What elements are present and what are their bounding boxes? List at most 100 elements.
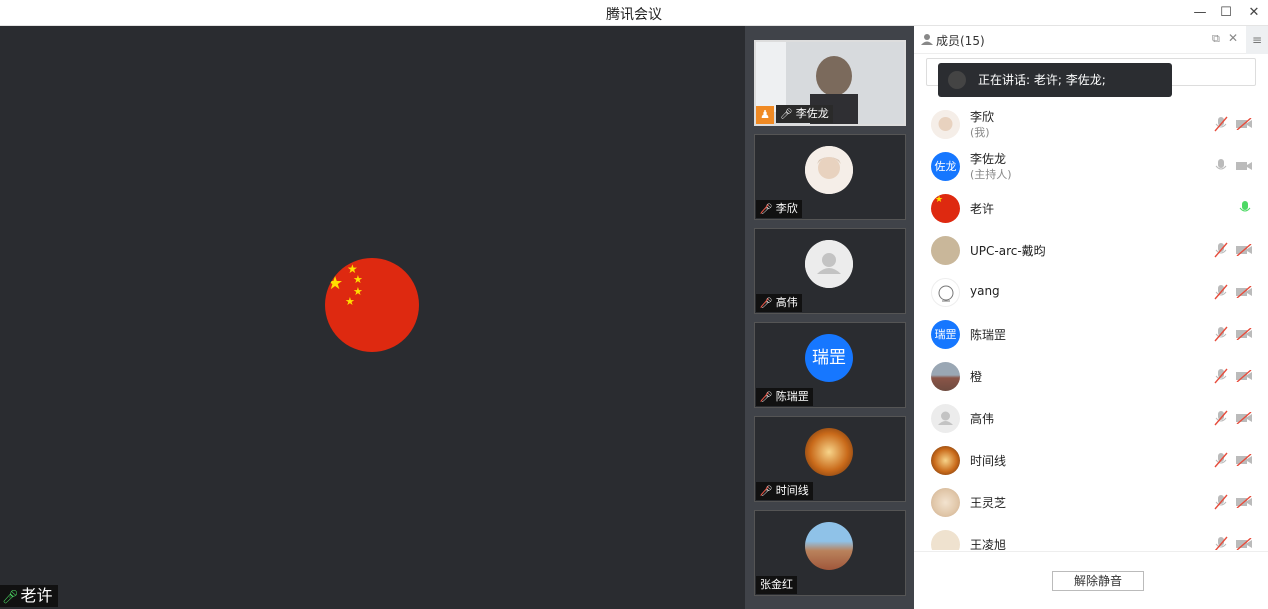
thumbnail-label: 张金红: [756, 576, 797, 594]
speaker-name: 老许: [20, 586, 53, 605]
avatar: 瑞罡: [805, 334, 853, 382]
camera-off-icon[interactable]: [1236, 118, 1252, 130]
member-name: 李欣: [970, 110, 995, 124]
microphone-icon: 🎤︎: [780, 109, 793, 120]
active-speaker-label: 🎤︎ 老许: [0, 585, 58, 607]
thumbnail-name: 陈瑞罡: [775, 390, 809, 403]
microphone-muted-icon: 🎤︎: [760, 298, 773, 309]
avatar: [805, 240, 853, 288]
member-item[interactable]: 王凌旭: [914, 522, 1268, 550]
video-thumbnail[interactable]: ♟ 🎤︎ 李佐龙: [754, 40, 906, 126]
microphone-muted-icon[interactable]: [1214, 536, 1228, 550]
member-item[interactable]: UPC-arc-戴昀: [914, 228, 1268, 270]
avatar: [931, 278, 960, 307]
member-item[interactable]: 王灵芝: [914, 480, 1268, 522]
camera-off-icon[interactable]: [1236, 412, 1252, 424]
member-item[interactable]: ★ 老许: [914, 186, 1268, 228]
avatar: [931, 236, 960, 265]
member-name: 王灵芝: [970, 496, 1007, 510]
member-item[interactable]: 李欣 (我): [914, 102, 1268, 144]
camera-off-icon[interactable]: [1236, 244, 1252, 256]
video-thumbnail[interactable]: 🎤︎ 时间线: [754, 416, 906, 502]
avatar: [931, 362, 960, 391]
camera-off-icon[interactable]: [1236, 454, 1252, 466]
camera-off-icon[interactable]: [1236, 370, 1252, 382]
camera-off-icon[interactable]: [1236, 538, 1252, 550]
video-thumbnail[interactable]: 张金红: [754, 510, 906, 596]
video-thumbnail[interactable]: 瑞罡 🎤︎ 陈瑞罡: [754, 322, 906, 408]
microphone-muted-icon[interactable]: [1214, 116, 1228, 132]
close-icon[interactable]: ✕: [1244, 3, 1264, 23]
avatar-image: [931, 110, 960, 139]
thumbnail-name: 时间线: [775, 484, 809, 497]
member-name: 李佐龙: [970, 152, 1007, 166]
china-flag-avatar: ★: [931, 194, 960, 223]
microphone-muted-icon[interactable]: [1214, 284, 1228, 300]
member-name: UPC-arc-戴昀: [970, 244, 1046, 258]
microphone-muted-icon[interactable]: [1214, 452, 1228, 468]
microphone-muted-icon[interactable]: [1214, 494, 1228, 510]
video-thumbnail-column: ♟ 🎤︎ 李佐龙 🎤︎ 李欣 🎤︎ 高伟 瑞罡 🎤︎ 陈瑞罡 🎤︎ 时间线 张金红: [745, 26, 914, 609]
avatar-image: [938, 285, 954, 302]
video-thumbnail[interactable]: 🎤︎ 高伟: [754, 228, 906, 314]
microphone-muted-icon: 🎤︎: [760, 392, 773, 403]
avatar: [931, 530, 960, 550]
member-name: 高伟: [970, 412, 995, 426]
member-item[interactable]: 高伟: [914, 396, 1268, 438]
member-item[interactable]: 瑞罡 陈瑞罡: [914, 312, 1268, 354]
member-role: (主持人): [970, 168, 1012, 181]
avatar: 佐龙: [931, 152, 960, 181]
microphone-muted-icon[interactable]: [1214, 326, 1228, 342]
microphone-on-icon: 🎤︎: [2, 590, 19, 605]
microphone-on-icon[interactable]: [1238, 200, 1252, 216]
member-name: 橙: [970, 370, 983, 384]
microphone-muted-icon: 🎤︎: [760, 204, 773, 215]
popout-icon[interactable]: ⧉: [1212, 32, 1220, 46]
thumbnail-label: 🎤︎ 李佐龙: [776, 105, 833, 123]
china-flag-avatar: ★ ★ ★ ★ ★: [325, 258, 419, 352]
avatar: [805, 146, 853, 194]
speaking-text: 正在讲话: 老许; 李佐龙;: [978, 73, 1106, 87]
member-item[interactable]: 橙: [914, 354, 1268, 396]
default-user-icon: [938, 411, 953, 425]
thumbnail-name: 李佐龙: [795, 107, 829, 120]
member-name: 王凌旭: [970, 538, 1007, 550]
avatar: [931, 488, 960, 517]
thumbnail-label: 🎤︎ 陈瑞罡: [756, 388, 813, 406]
member-name: yang: [970, 284, 1000, 298]
microphone-muted-icon[interactable]: [1214, 410, 1228, 426]
close-panel-icon[interactable]: ✕: [1228, 31, 1238, 45]
members-panel-footer: 解除静音: [914, 551, 1268, 609]
microphone-muted-icon[interactable]: [1214, 368, 1228, 384]
avatar: [805, 522, 853, 570]
camera-off-icon[interactable]: [1236, 328, 1252, 340]
member-item[interactable]: 佐龙 李佐龙 (主持人): [914, 144, 1268, 186]
maximize-icon[interactable]: ☐: [1216, 3, 1236, 23]
main-video-area[interactable]: ★ ★ ★ ★ ★ 🎤︎ 老许: [0, 26, 745, 609]
microphone-muted-icon: 🎤︎: [760, 486, 773, 497]
person-icon: [921, 34, 933, 45]
camera-off-icon[interactable]: [1236, 286, 1252, 298]
video-thumbnail[interactable]: 🎤︎ 李欣: [754, 134, 906, 220]
camera-off-icon[interactable]: [1236, 496, 1252, 508]
camera-icon[interactable]: [1236, 160, 1252, 172]
default-user-icon: [805, 240, 853, 288]
member-item[interactable]: 时间线: [914, 438, 1268, 480]
speaking-mic-icon: [948, 71, 966, 89]
menu-icon[interactable]: ≡: [1246, 26, 1268, 54]
thumbnail-label: 🎤︎ 李欣: [756, 200, 802, 218]
member-item[interactable]: yang: [914, 270, 1268, 312]
avatar-image: [805, 146, 853, 194]
avatar: [931, 446, 960, 475]
speaking-toast: 正在讲话: 老许; 李佐龙;: [938, 63, 1172, 97]
unmute-button[interactable]: 解除静音: [1052, 571, 1144, 591]
avatar: 瑞罡: [931, 320, 960, 349]
minimize-icon[interactable]: —: [1190, 3, 1210, 23]
window-title: 腾讯会议: [606, 7, 662, 23]
member-name: 陈瑞罡: [970, 328, 1007, 342]
thumbnail-name: 张金红: [760, 578, 793, 591]
microphone-icon[interactable]: [1214, 158, 1228, 174]
members-panel: 成员(15) ⧉ ✕ ≡ 正在讲话: 老许; 李佐龙; 李欣 (我) 佐龙 李佐…: [914, 26, 1268, 609]
microphone-muted-icon[interactable]: [1214, 242, 1228, 258]
avatar: [805, 428, 853, 476]
